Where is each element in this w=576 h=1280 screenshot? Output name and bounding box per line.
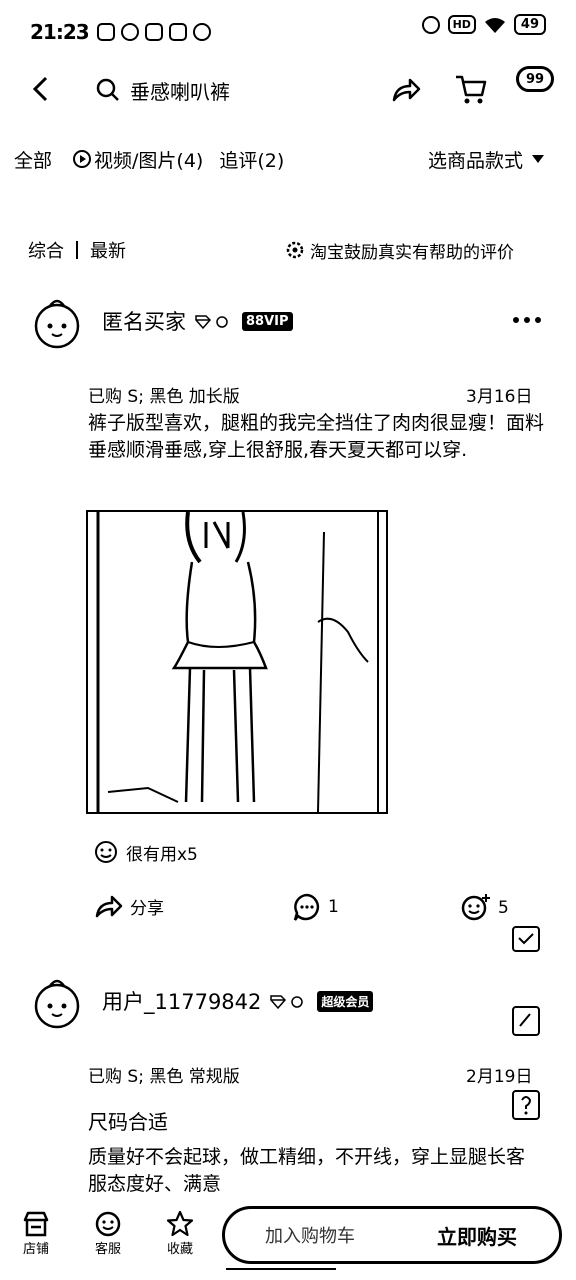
smile-plus-icon [461,894,490,921]
wifi-icon [484,16,506,34]
bell-icon [120,23,139,41]
username: 用户_11779842 [102,990,262,1014]
review-photo-image [96,512,379,812]
home-indicator [226,1268,336,1270]
review-2-user: 用户_11779842 超级会员 [102,986,374,1016]
more-messages-button[interactable]: 99 [516,66,554,92]
status-time: 21:23 [30,20,90,44]
shop-button[interactable]: 店铺 [6,1210,66,1257]
app-notification-icon [96,23,115,41]
back-arrow-icon [32,76,48,102]
system-indicators: HD 49 [421,14,546,35]
filter-tabs: 全部 视频/图片(4) 追评(2) [14,144,284,174]
question-icon [521,1096,532,1115]
tab-media-label: 视频/图片(4) [94,149,204,172]
like-count: 5 [498,898,509,918]
app-notification-icon [168,23,187,41]
review-text: 质量好不会起球，做工精细，不开线，穿上显腿长客服态度好、满意 [88,1146,526,1195]
service-label: 客服 [94,1242,121,1257]
review-date: 3月16日 [466,387,533,407]
play-icon [73,150,92,168]
float-tool-button[interactable] [512,1090,540,1120]
avatar-icon [34,979,80,1029]
favorite-label: 收藏 [166,1242,193,1257]
like-button[interactable]: 5 [460,892,509,924]
useful-count[interactable]: 很有用x5 [92,838,198,866]
sort-latest[interactable]: 最新 [90,237,126,263]
float-tool-button[interactable] [512,926,540,952]
sort-comprehensive[interactable]: 综合 [28,237,64,263]
favorite-button[interactable]: 收藏 [150,1210,210,1257]
review-text: 裤子版型喜欢，腿粗的我完全挡住了肉肉很显瘦！面料垂感顺滑垂感,穿上很舒服,春天夏… [88,412,545,461]
notification-icons [96,23,211,41]
sort-options: 综合 最新 [28,236,126,264]
service-icon [95,1211,121,1237]
search-icon [96,78,119,101]
username: 匿名买家 [102,310,186,334]
search-query: 垂感喇叭裤 [130,79,230,104]
app-notification-icon [144,23,163,41]
comment-button[interactable]: 1 [292,892,339,922]
search-bar[interactable]: 垂感喇叭裤 [96,74,230,106]
tab-all[interactable]: 全部 [14,146,52,173]
battery-indicator: 49 [513,14,546,35]
review-title: 尺码合适 [88,1110,168,1134]
purchase-info: 已购 S; 黑色 加长版 [88,387,240,407]
purchase-info: 已购 S; 黑色 常规版 [88,1067,240,1087]
float-tool-button[interactable] [512,1006,540,1036]
diamond-level-icon [195,315,228,330]
encourage-notice[interactable]: 淘宝鼓励真实有帮助的评价 [284,236,514,264]
select-style-dropdown[interactable]: 选商品款式 [428,144,545,174]
review-1-user: 匿名买家 88VIP [102,306,293,336]
app-notification-icon [192,23,211,41]
review-photo[interactable] [86,510,388,814]
encourage-text: 淘宝鼓励真实有帮助的评价 [310,242,514,263]
member-badge: 超级会员 [317,990,374,1012]
gear-icon [286,241,304,259]
useful-text: 很有用x5 [126,844,198,865]
diamond-level-icon [270,995,304,1010]
smile-icon [95,841,117,863]
status-bar: 21:23 HD 49 [30,14,546,50]
service-button[interactable]: 客服 [78,1210,138,1257]
sort-divider [76,241,78,259]
avatar-icon [34,299,80,349]
shop-label: 店铺 [22,1242,49,1257]
more-options-button[interactable] [512,316,542,324]
chevron-down-icon [532,155,545,163]
hd-badge: HD [447,15,476,34]
vip-badge: 88VIP [242,311,293,331]
star-icon [166,1210,194,1237]
buy-now-button[interactable]: 立即购买 [395,1209,559,1261]
avatar[interactable] [30,296,84,350]
more-dots-icon [513,317,541,323]
share-icon [392,78,421,102]
comment-icon [293,893,320,921]
tab-media[interactable]: 视频/图片(4) [72,146,203,173]
select-style-label: 选商品款式 [428,149,524,172]
shop-icon [23,1211,49,1237]
share-review-button[interactable]: 分享 [94,892,164,920]
share-label: 分享 [130,898,164,919]
add-to-cart-button[interactable]: 加入购物车 [225,1209,395,1261]
bottom-nav: 店铺 客服 收藏 [6,1210,210,1257]
tab-followup[interactable]: 追评(2) [219,146,284,173]
share-button[interactable] [390,74,422,106]
purchase-actions: 加入购物车 立即购买 [222,1206,562,1264]
share-icon [95,895,123,918]
cart-icon [456,75,487,104]
cart-button[interactable] [454,72,488,106]
alarm-icon [421,15,440,34]
review-date: 2月19日 [466,1067,533,1087]
edit-icon [519,1013,531,1027]
checklist-icon [518,933,534,945]
avatar[interactable] [30,976,84,1030]
back-button[interactable] [28,74,56,104]
comment-count: 1 [328,897,339,917]
